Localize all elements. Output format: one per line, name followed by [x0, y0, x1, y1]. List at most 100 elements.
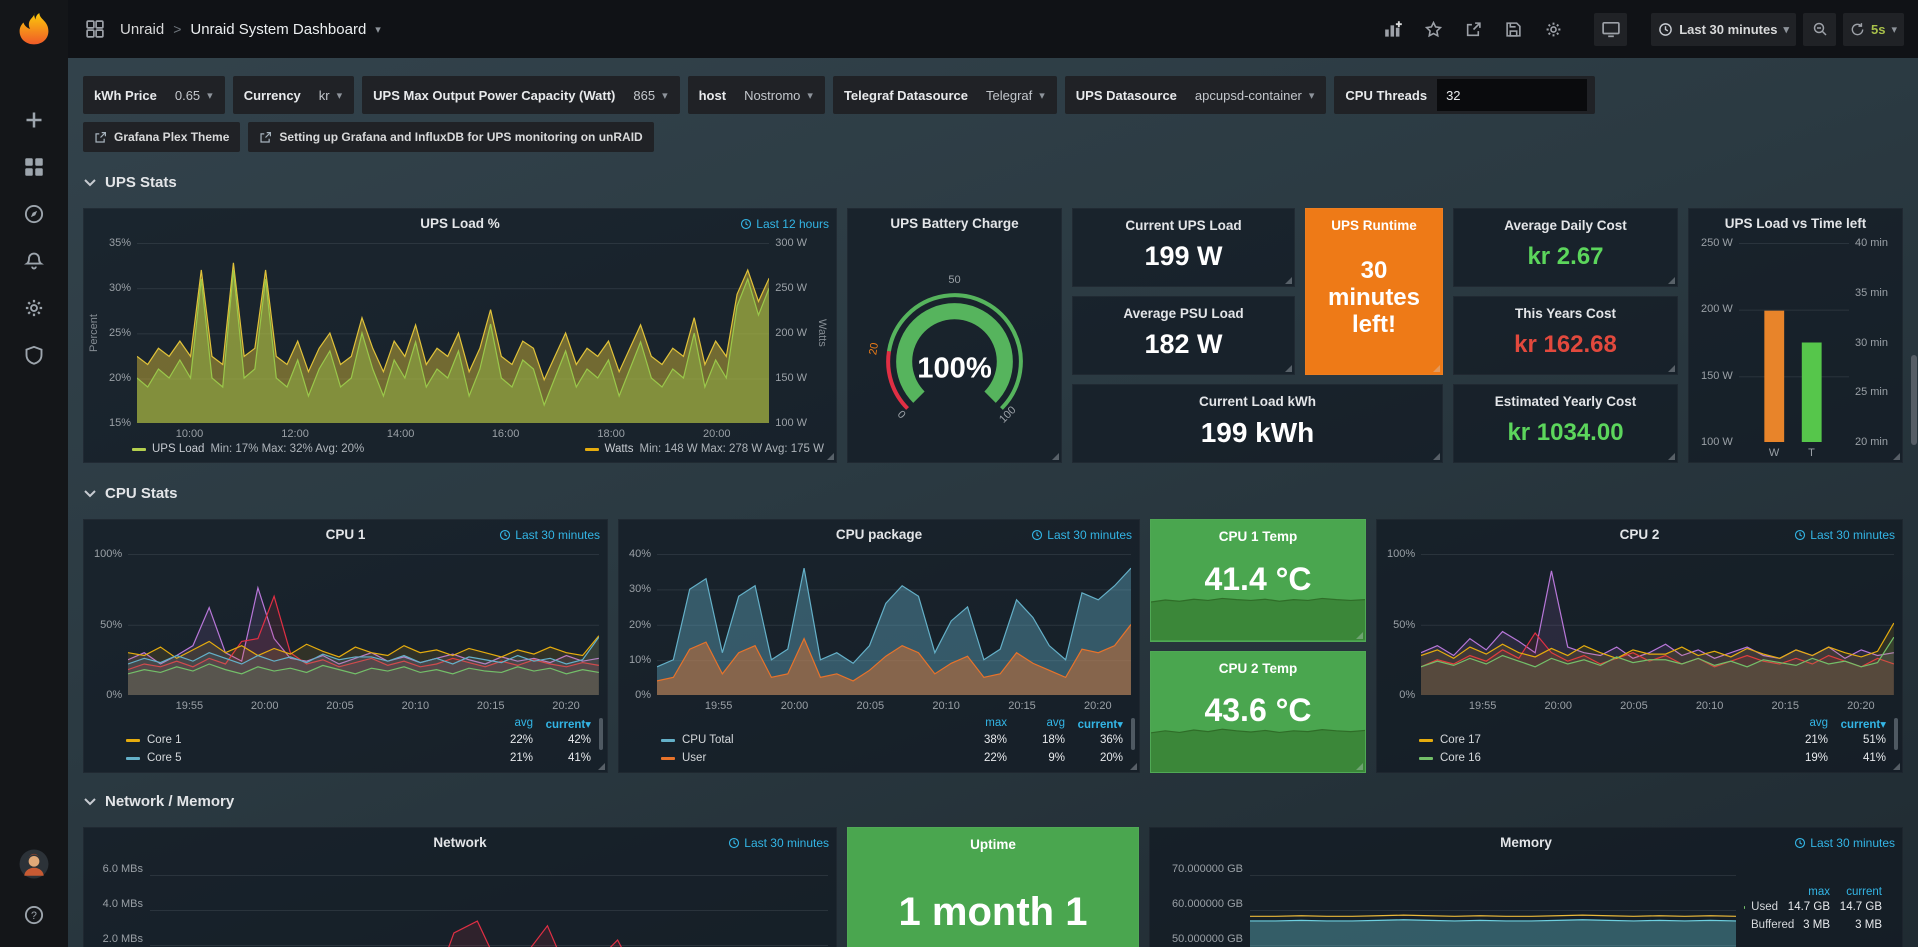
series-color-dash — [132, 448, 146, 451]
panel-title[interactable]: UPS Runtime — [1331, 218, 1417, 233]
time-range-badge[interactable]: Last 30 minutes — [728, 836, 829, 850]
time-range-badge[interactable]: Last 30 minutes — [1794, 836, 1895, 850]
dashboard-settings-button[interactable] — [1537, 13, 1570, 46]
scrollbar-thumb[interactable] — [1911, 355, 1917, 445]
panel-title[interactable]: Network — [84, 835, 836, 850]
variable-value-dropdown[interactable]: Nostromo▾ — [736, 76, 821, 114]
time-range-badge[interactable]: Last 12 hours — [740, 217, 829, 231]
panel-title[interactable]: Average PSU Load — [1123, 306, 1243, 321]
share-dashboard-button[interactable] — [1457, 13, 1490, 46]
panel-header[interactable]: UPS Battery Charge — [848, 209, 1061, 237]
dashboard-link-ups-guide[interactable]: Setting up Grafana and InfluxDB for UPS … — [248, 122, 653, 152]
star-dashboard-button[interactable] — [1417, 13, 1450, 46]
time-range-picker[interactable]: Last 30 minutes ▾ — [1651, 13, 1796, 46]
series-name[interactable]: UPS Load — [152, 443, 204, 455]
panel-header[interactable]: CPU 1 Last 30 minutes — [84, 520, 607, 548]
series-name[interactable]: Watts — [605, 443, 634, 455]
variable-value-dropdown[interactable]: 865▾ — [625, 76, 675, 114]
section-header-ups-stats[interactable]: UPS Stats — [83, 169, 1903, 196]
time-range-badge[interactable]: Last 30 minutes — [499, 528, 600, 542]
panel-header[interactable]: Memory Last 30 minutes — [1150, 828, 1902, 856]
panel-title[interactable]: UPS Load % — [84, 216, 836, 231]
panel-title[interactable]: Estimated Yearly Cost — [1495, 394, 1637, 409]
legend-col-header[interactable]: current▾ — [533, 717, 591, 731]
title-caret-icon[interactable]: ▾ — [375, 23, 381, 36]
legend-col-header[interactable]: current — [1830, 886, 1882, 898]
cpu-threads-input[interactable] — [1437, 79, 1587, 111]
series-name[interactable]: Core 17 — [1440, 734, 1481, 746]
series-name[interactable]: Core 5 — [147, 752, 182, 764]
sidebar-item-create[interactable] — [17, 103, 51, 137]
graph-area: 100%50%0% 19:55 20:00 20:05 20:10 20:15 … — [1377, 548, 1902, 715]
panel-title[interactable]: UPS Battery Charge — [848, 216, 1061, 231]
legend-col-header[interactable]: current▾ — [1828, 717, 1886, 731]
sidebar-item-alerting[interactable] — [17, 244, 51, 278]
grafana-logo[interactable] — [14, 9, 54, 49]
add-panel-button[interactable] — [1377, 13, 1410, 46]
panel-title[interactable]: CPU 2 Temp — [1219, 661, 1298, 676]
section-header-cpu-stats[interactable]: CPU Stats — [83, 480, 1903, 507]
legend-col-header[interactable]: avg — [475, 717, 533, 731]
variable-label: CPU Threads — [1345, 88, 1437, 103]
plot-area[interactable]: 19:55 20:00 20:05 20:10 20:15 20:20 — [1421, 554, 1894, 695]
variable-value-dropdown[interactable]: Telegraf▾ — [978, 76, 1053, 114]
legend-col-header[interactable]: avg — [1007, 717, 1065, 731]
breadcrumb-folder[interactable]: Unraid — [120, 21, 164, 38]
legend-col-header[interactable]: avg — [1770, 717, 1828, 731]
series-name[interactable]: CPU Total — [682, 734, 734, 746]
panel-title[interactable]: Memory — [1150, 835, 1902, 850]
panel-uptime: Uptime 1 month 1 — [847, 827, 1139, 947]
panel-title[interactable]: Current Load kWh — [1199, 394, 1316, 409]
page-scrollbar[interactable] — [1911, 0, 1917, 947]
dashboard-link-plex-theme[interactable]: Grafana Plex Theme — [83, 122, 240, 152]
cycle-view-button[interactable] — [1594, 13, 1627, 46]
legend-scrollbar[interactable] — [1131, 718, 1135, 750]
panel-title[interactable]: This Years Cost — [1515, 306, 1616, 321]
refresh-button[interactable]: 5s ▾ — [1843, 13, 1904, 46]
plot-area[interactable]: 10:00 12:00 14:00 16:00 18:00 20:00 — [137, 243, 769, 423]
dashboard-grid-button[interactable] — [78, 13, 111, 46]
sidebar-item-explore[interactable] — [17, 197, 51, 231]
panel-header[interactable]: CPU 2 Last 30 minutes — [1377, 520, 1902, 548]
variable-value-dropdown[interactable]: 0.65▾ — [167, 76, 221, 114]
variable-value-dropdown[interactable]: apcupsd-container▾ — [1187, 76, 1323, 114]
sidebar-item-dashboards[interactable] — [17, 150, 51, 184]
panel-header[interactable]: Network Last 30 minutes — [84, 828, 836, 856]
panel-header[interactable]: UPS Load % Last 12 hours — [84, 209, 836, 237]
series-name[interactable]: Core 16 — [1440, 752, 1481, 764]
series-name[interactable]: User — [682, 752, 706, 764]
panel-header[interactable]: CPU package Last 30 minutes — [619, 520, 1139, 548]
panel-title[interactable]: Current UPS Load — [1125, 218, 1241, 233]
series-name[interactable]: Used — [1751, 901, 1778, 913]
panel-title[interactable]: UPS Load vs Time left — [1689, 216, 1902, 231]
legend-col-header[interactable]: max — [949, 717, 1007, 731]
dashboard-title[interactable]: Unraid System Dashboard — [190, 21, 366, 38]
plot-area[interactable] — [150, 862, 828, 947]
legend-scrollbar[interactable] — [1894, 718, 1898, 750]
panel-title[interactable]: CPU 1 Temp — [1219, 529, 1298, 544]
legend-col-header[interactable]: max — [1778, 886, 1830, 898]
time-range-badge[interactable]: Last 30 minutes — [1031, 528, 1132, 542]
panel-header[interactable]: UPS Load vs Time left — [1689, 209, 1902, 237]
save-dashboard-button[interactable] — [1497, 13, 1530, 46]
plot-area[interactable]: 19:55 20:00 20:05 20:10 20:15 20:20 — [657, 554, 1131, 695]
plot-area[interactable]: W T — [1739, 243, 1849, 442]
legend-col-header[interactable]: current▾ — [1065, 717, 1123, 731]
series-max: 3 MB — [1778, 919, 1830, 931]
help-button[interactable]: ? — [17, 898, 51, 932]
sidebar-item-server-admin[interactable] — [17, 338, 51, 372]
panel-title[interactable]: Uptime — [970, 837, 1016, 852]
panel-title[interactable]: Average Daily Cost — [1504, 218, 1627, 233]
plot-area[interactable]: 19:55 20:00 20:05 20:10 20:15 20:20 — [128, 554, 599, 695]
user-avatar[interactable] — [17, 847, 51, 881]
variable-value-dropdown[interactable]: kr▾ — [311, 76, 350, 114]
y-tick-label: 50% — [1393, 619, 1415, 631]
sidebar-item-configuration[interactable] — [17, 291, 51, 325]
section-header-network-memory[interactable]: Network / Memory — [83, 788, 1903, 815]
time-range-badge[interactable]: Last 30 minutes — [1794, 528, 1895, 542]
series-name[interactable]: Core 1 — [147, 734, 182, 746]
zoom-out-button[interactable] — [1803, 13, 1836, 46]
plot-area[interactable] — [1250, 862, 1736, 947]
series-color-dash — [126, 739, 140, 742]
legend-scrollbar[interactable] — [599, 718, 603, 750]
